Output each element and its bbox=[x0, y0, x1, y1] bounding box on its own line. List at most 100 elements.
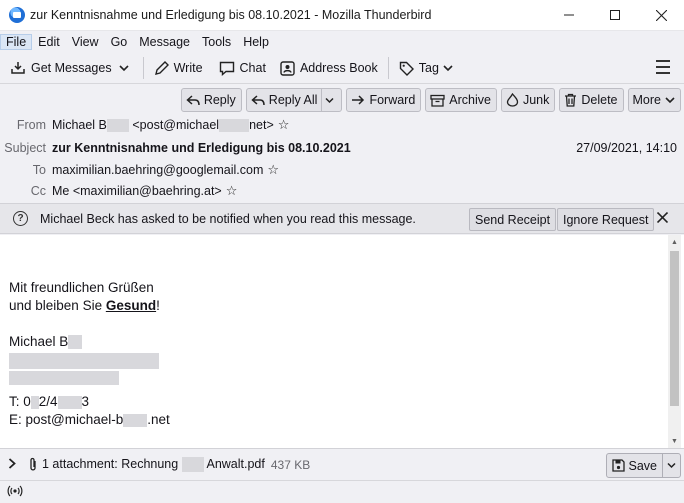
status-bar bbox=[0, 480, 684, 503]
redaction bbox=[106, 119, 129, 133]
greeting-line: Mit freundlichen Grüßen bbox=[9, 280, 154, 295]
reply-label: Reply bbox=[203, 93, 236, 107]
subject-row: Subject zur Kenntnisnahme und Erledigung… bbox=[0, 138, 684, 158]
close-window-button[interactable] bbox=[638, 0, 684, 30]
delete-label: Delete bbox=[581, 93, 618, 107]
chevron-down-icon bbox=[667, 462, 676, 469]
from-value[interactable]: Michael B <post@michael net> bbox=[52, 117, 274, 133]
expand-attachments-toggle[interactable] bbox=[8, 457, 16, 472]
menu-tools[interactable]: Tools bbox=[196, 35, 237, 49]
menu-file[interactable]: File bbox=[0, 33, 33, 50]
toolbar-separator bbox=[142, 57, 144, 79]
phone-line: T: 0 2/4 3 bbox=[9, 393, 170, 411]
save-label: Save bbox=[628, 458, 658, 473]
reply-button[interactable]: Reply bbox=[180, 88, 242, 112]
tag-button[interactable]: Tag bbox=[395, 56, 457, 80]
hamburger-line bbox=[656, 66, 670, 68]
chat-button[interactable]: Chat bbox=[215, 56, 270, 80]
address-book-icon bbox=[280, 60, 295, 76]
online-status-icon[interactable] bbox=[7, 485, 23, 500]
chevron-down-icon bbox=[119, 65, 129, 72]
redaction bbox=[30, 395, 39, 409]
subject-label: Subject bbox=[4, 141, 46, 155]
get-messages-button[interactable]: Get Messages bbox=[6, 56, 116, 80]
star-icon[interactable]: ☆ bbox=[226, 183, 238, 199]
star-icon[interactable]: ☆ bbox=[278, 117, 290, 133]
from-email-suffix: net> bbox=[249, 117, 274, 132]
to-label: To bbox=[32, 163, 46, 177]
window-title: zur Kenntnisnahme und Erledigung bis 08.… bbox=[30, 8, 432, 22]
send-receipt-button[interactable]: Send Receipt bbox=[469, 208, 557, 231]
title-bar: zur Kenntnisnahme und Erledigung bis 08.… bbox=[0, 0, 684, 31]
from-row: From Michael B <post@michael net> ☆ bbox=[0, 115, 289, 135]
reply-all-icon bbox=[251, 94, 265, 105]
toolbar-separator bbox=[387, 57, 389, 79]
menu-edit[interactable]: Edit bbox=[32, 35, 66, 49]
maximize-button[interactable] bbox=[592, 0, 638, 30]
thunderbird-icon bbox=[9, 7, 25, 23]
message-header: Reply Reply All Forward Archive Junk Del… bbox=[0, 85, 684, 203]
write-label: Write bbox=[173, 61, 203, 75]
redaction bbox=[9, 371, 119, 385]
redaction bbox=[123, 413, 148, 427]
archive-icon bbox=[430, 94, 445, 107]
chevron-down-icon bbox=[325, 97, 334, 103]
menu-go[interactable]: Go bbox=[105, 35, 134, 49]
cc-label: Cc bbox=[30, 184, 46, 198]
menu-view[interactable]: View bbox=[66, 35, 105, 49]
reply-all-dropdown[interactable] bbox=[321, 89, 341, 111]
redaction bbox=[219, 119, 250, 133]
message-actions: Reply Reply All Forward Archive Junk Del… bbox=[180, 88, 681, 112]
paperclip-icon bbox=[30, 457, 36, 471]
notification-text: Michael Beck has asked to be notified wh… bbox=[40, 211, 416, 226]
redaction bbox=[9, 353, 159, 369]
reply-icon bbox=[186, 94, 200, 105]
download-tray-icon bbox=[11, 62, 25, 74]
closing-line: und bleiben Sie Gesund! bbox=[9, 297, 170, 315]
close-notification-button[interactable] bbox=[656, 210, 669, 228]
body-scrollbar[interactable]: ▲ ▼ bbox=[668, 235, 681, 448]
save-dropdown[interactable] bbox=[662, 454, 680, 477]
cc-value[interactable]: Me <maximilian@baehring.at> bbox=[52, 184, 222, 198]
forward-arrow-icon bbox=[352, 95, 365, 105]
reply-all-button[interactable]: Reply All bbox=[245, 88, 343, 112]
delete-button[interactable]: Delete bbox=[559, 88, 624, 112]
subject-value: zur Kenntnisnahme und Erledigung bis 08.… bbox=[52, 141, 351, 155]
app-menu-button[interactable] bbox=[656, 60, 670, 74]
get-messages-label: Get Messages bbox=[31, 61, 112, 75]
write-button[interactable]: Write bbox=[150, 56, 207, 80]
message-body: Mit freundlichen Grüßen und bleiben Sie … bbox=[0, 235, 684, 448]
closing-bold: Gesund bbox=[105, 298, 157, 313]
chevron-down-icon bbox=[443, 65, 453, 72]
save-attachment-button[interactable]: Save bbox=[605, 453, 681, 478]
address-book-button[interactable]: Address Book bbox=[276, 56, 382, 80]
archive-button[interactable]: Archive bbox=[425, 88, 497, 112]
star-icon[interactable]: ☆ bbox=[267, 162, 279, 178]
junk-button[interactable]: Junk bbox=[500, 88, 556, 112]
more-button[interactable]: More bbox=[627, 88, 681, 112]
email-suffix: .net bbox=[147, 412, 170, 427]
close-icon bbox=[656, 211, 669, 224]
scroll-up-arrow[interactable]: ▲ bbox=[668, 235, 681, 249]
floppy-save-icon bbox=[611, 459, 625, 472]
menu-help[interactable]: Help bbox=[237, 35, 275, 49]
junk-label: Junk bbox=[522, 93, 550, 107]
phone-prefix: T: 0 bbox=[9, 394, 31, 409]
attachment-summary[interactable]: 1 attachment: Rechnung Anwalt.pdf bbox=[42, 457, 265, 473]
scroll-thumb[interactable] bbox=[670, 251, 679, 406]
minimize-button[interactable] bbox=[546, 0, 592, 30]
save-main[interactable]: Save bbox=[607, 454, 663, 477]
forward-label: Forward bbox=[369, 93, 416, 107]
cc-row: Cc Me <maximilian@baehring.at> ☆ bbox=[0, 181, 238, 201]
menu-message[interactable]: Message bbox=[133, 35, 196, 49]
phone-end: 3 bbox=[81, 394, 90, 409]
signature-name-text: Michael B bbox=[9, 334, 69, 349]
ignore-request-button[interactable]: Ignore Request bbox=[557, 208, 655, 231]
question-icon: ? bbox=[13, 211, 28, 226]
main-toolbar: Get Messages Write Chat Address Book Tag bbox=[0, 53, 684, 84]
get-messages-dropdown[interactable] bbox=[116, 56, 137, 80]
scroll-down-arrow[interactable]: ▼ bbox=[668, 434, 681, 448]
forward-button[interactable]: Forward bbox=[346, 88, 422, 112]
to-value[interactable]: maximilian.baehring@googlemail.com bbox=[52, 163, 263, 177]
to-row: To maximilian.baehring@googlemail.com ☆ bbox=[0, 160, 279, 180]
